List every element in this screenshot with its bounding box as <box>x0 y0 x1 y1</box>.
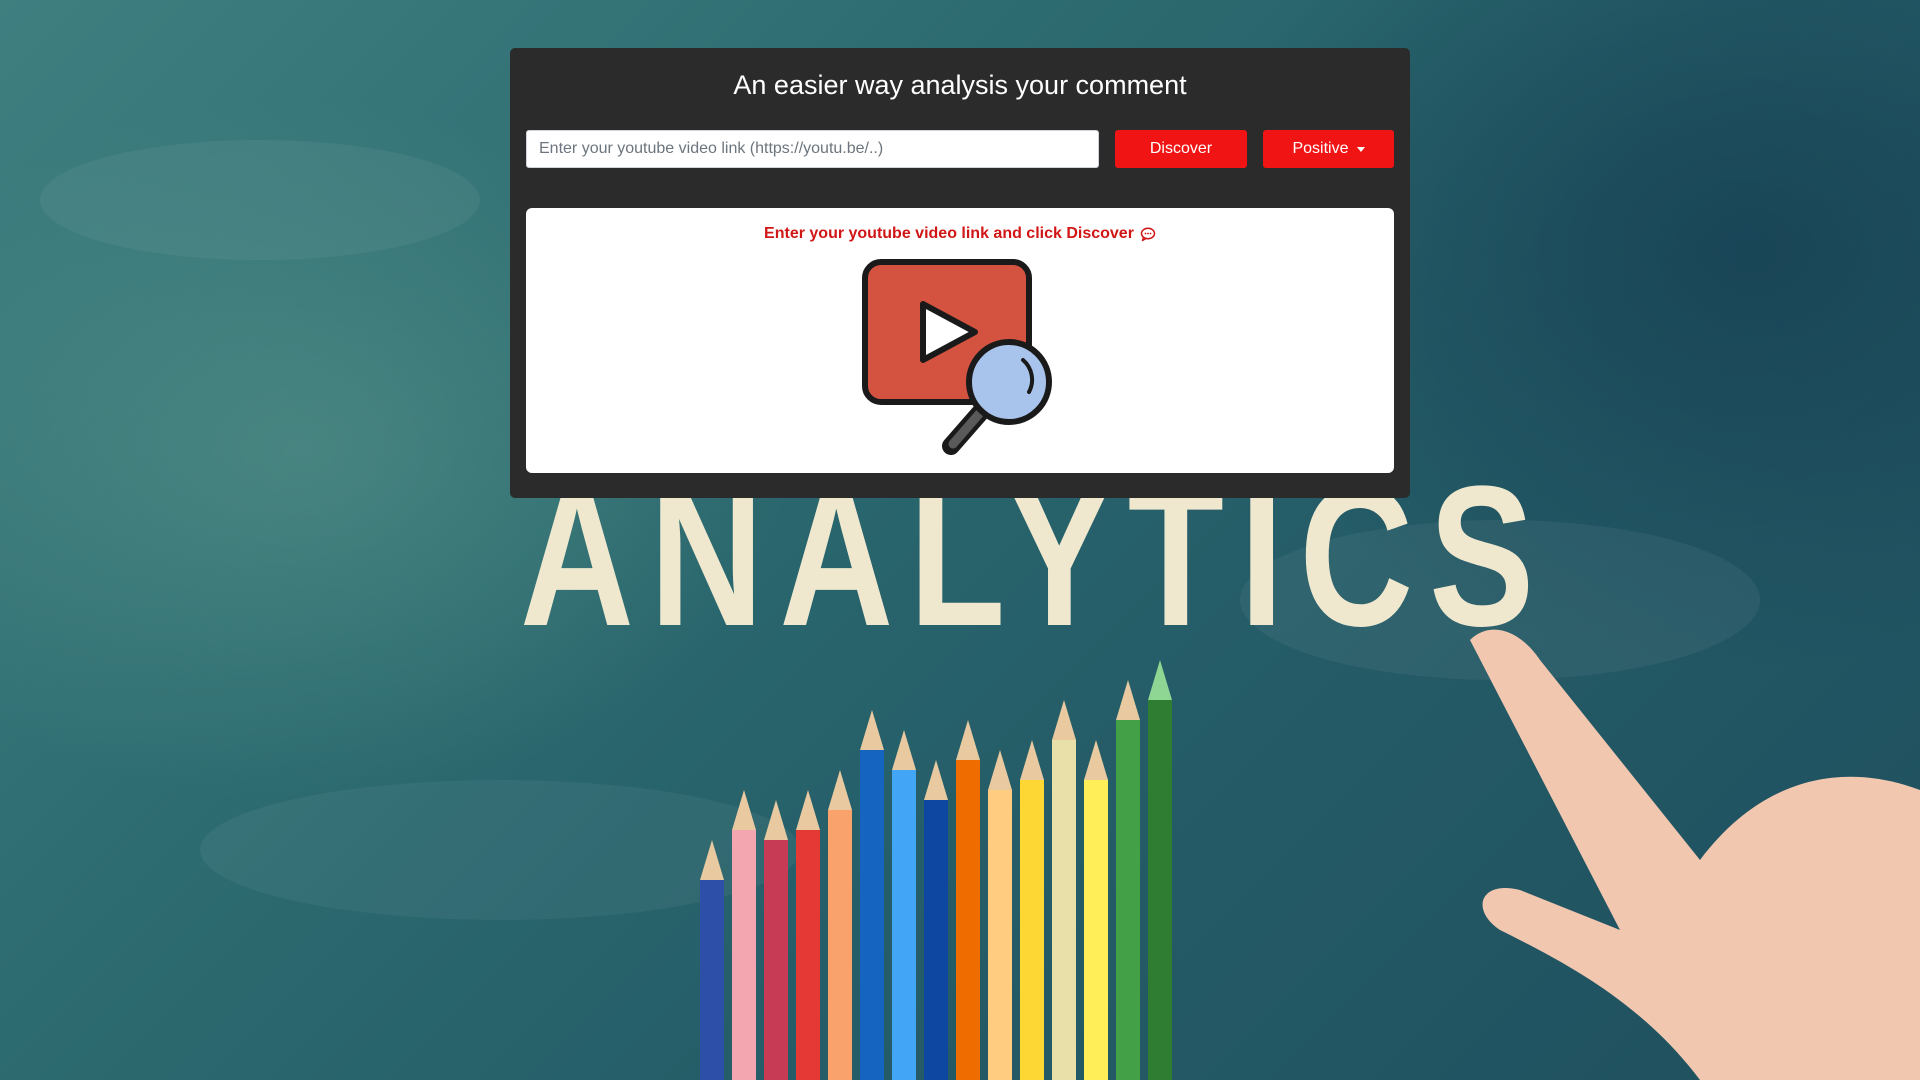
instruction-text: Enter your youtube video link and click … <box>764 225 1134 242</box>
page: ANALYTICS An easier way analysis your co… <box>0 0 1920 1080</box>
instruction-hint: Enter your youtube video link and click … <box>526 225 1394 243</box>
sentiment-dropdown-button[interactable]: Positive <box>1263 130 1394 168</box>
page-title: An easier way analysis your comment <box>733 70 1187 100</box>
video-search-icon <box>862 259 1052 455</box>
discover-button[interactable]: Discover <box>1115 130 1247 168</box>
video-link-input[interactable] <box>526 130 1099 168</box>
pencils <box>700 660 1172 1080</box>
hand <box>1470 629 1920 1080</box>
discover-button-label: Discover <box>1149 140 1213 157</box>
caret-down-icon <box>1356 147 1365 152</box>
sentiment-dropdown-label: Positive <box>1292 140 1349 157</box>
analysis-panel: An easier way analysis your comment Disc… <box>510 48 1410 498</box>
chat-bubble-icon <box>1140 226 1156 242</box>
result-card: Enter your youtube video link and click … <box>526 208 1394 473</box>
